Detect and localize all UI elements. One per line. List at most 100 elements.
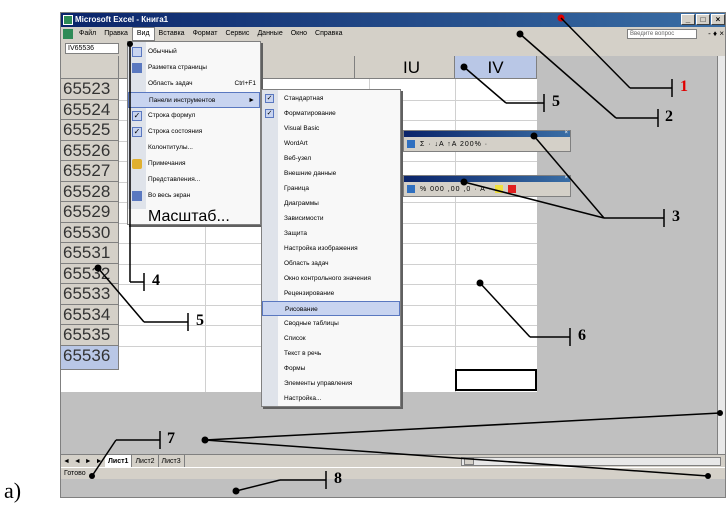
toolbars-submenu: ✓ Стандартная ✓ Форматирование Visual Basi… bbox=[261, 89, 401, 407]
menu-file[interactable]: Файл bbox=[75, 27, 100, 41]
toolbar-drawing-item[interactable]: Рисование bbox=[262, 301, 400, 317]
toolbar-auditing-item[interactable]: Зависимости bbox=[262, 211, 400, 226]
menu-item-label: Элементы управления bbox=[284, 380, 353, 387]
row-header[interactable]: 65526 bbox=[61, 140, 119, 161]
toolbar-watch-window-item[interactable]: Окно контрольного значения bbox=[262, 271, 400, 286]
row-header[interactable]: 65524 bbox=[61, 99, 119, 120]
toolbar-text-to-speech-item[interactable]: Текст в речь bbox=[262, 346, 400, 361]
toolbar-control-toolbox-item[interactable]: Элементы управления bbox=[262, 376, 400, 391]
menu-item-label: Стандартная bbox=[284, 95, 324, 102]
minimize-button[interactable]: _ bbox=[681, 14, 695, 25]
close-button[interactable]: × bbox=[711, 14, 725, 25]
view-zoom-item[interactable]: Масштаб... bbox=[127, 209, 261, 225]
menu-item-label: Настройка изображения bbox=[284, 245, 358, 252]
row-header[interactable]: 65525 bbox=[61, 120, 119, 141]
menu-item-label: Текст в речь bbox=[284, 350, 322, 357]
font-color-icon[interactable] bbox=[507, 185, 516, 194]
row-header[interactable]: 65534 bbox=[61, 304, 119, 325]
select-all-corner[interactable] bbox=[61, 56, 119, 79]
menu-item-shortcut: Ctrl+F1 bbox=[234, 80, 257, 87]
scroll-thumb[interactable] bbox=[464, 458, 474, 465]
fill-color-icon[interactable] bbox=[494, 185, 503, 194]
toolbar-chart-item[interactable]: Диаграммы bbox=[262, 196, 400, 211]
toolbar-titlebar[interactable] bbox=[404, 176, 570, 182]
menu-item-label: Форматирование bbox=[284, 110, 336, 117]
menu-item-label: Веб-узел bbox=[284, 155, 312, 162]
row-header[interactable]: 65532 bbox=[61, 263, 119, 284]
hyperlink-icon[interactable] bbox=[407, 140, 415, 149]
vertical-scrollbar[interactable] bbox=[717, 56, 725, 456]
toolbar-pivot-table-item[interactable]: Сводные таблицы bbox=[262, 316, 400, 331]
view-toolbars-item[interactable]: Панели инструментов ► bbox=[128, 92, 260, 108]
column-header-iu[interactable]: IU bbox=[369, 56, 455, 79]
window-title: Microsoft Excel - Книга1 bbox=[75, 15, 169, 24]
toolbar-task-pane-item[interactable]: Область задач bbox=[262, 256, 400, 271]
row-header[interactable]: 65523 bbox=[61, 79, 119, 100]
callout-number-2: 2 bbox=[665, 108, 673, 125]
formatting-toolbar-buttons[interactable]: % 000 ,00 ,0 · A · bbox=[407, 183, 518, 196]
row-header[interactable]: 65528 bbox=[61, 181, 119, 202]
menu-item-label: Рецензирование bbox=[284, 290, 335, 297]
toolbar-formatting-item[interactable]: ✓ Форматирование bbox=[262, 106, 400, 121]
row-header[interactable]: 65535 bbox=[61, 325, 119, 346]
toolbar-titlebar[interactable] bbox=[404, 131, 570, 137]
menu-data[interactable]: Данные bbox=[253, 27, 286, 41]
menu-tools[interactable]: Сервис bbox=[221, 27, 253, 41]
help-search-input[interactable]: Введите вопрос bbox=[627, 29, 697, 39]
view-normal-item[interactable]: Обычный bbox=[128, 44, 260, 60]
standard-toolbar[interactable]: × Σ · ↓A ↑A 200% · bbox=[403, 130, 571, 152]
formatting-toolbar-label[interactable]: % 000 ,00 ,0 · A · bbox=[420, 186, 492, 193]
toolbar-wordart-item[interactable]: WordArt bbox=[262, 136, 400, 151]
toolbar-reviewing-item[interactable]: Рецензирование bbox=[262, 286, 400, 301]
toolbar-picture-item[interactable]: Настройка изображения bbox=[262, 241, 400, 256]
currency-icon[interactable] bbox=[407, 185, 415, 194]
standard-toolbar-label[interactable]: Σ · ↓A ↑A 200% · bbox=[420, 141, 488, 148]
view-comments-item[interactable]: Примечания bbox=[128, 156, 260, 172]
toolbar-standard-item[interactable]: ✓ Стандартная bbox=[262, 91, 400, 106]
menu-item-label: Защита bbox=[284, 230, 308, 237]
view-status-bar-item[interactable]: ✓ Строка состояния bbox=[128, 124, 260, 140]
menu-view[interactable]: Вид bbox=[131, 27, 155, 41]
horizontal-scrollbar[interactable] bbox=[461, 457, 721, 466]
close-icon[interactable]: × bbox=[564, 175, 568, 181]
menu-format[interactable]: Формат bbox=[189, 27, 222, 41]
toolbar-borders-item[interactable]: Граница bbox=[262, 181, 400, 196]
callout-number-3: 3 bbox=[672, 208, 680, 225]
normal-view-icon bbox=[132, 47, 142, 57]
menu-insert[interactable]: Вставка bbox=[155, 27, 189, 41]
name-box[interactable]: IV65536 bbox=[65, 43, 119, 54]
row-header[interactable]: 65527 bbox=[61, 161, 119, 182]
toolbar-forms-item[interactable]: Формы bbox=[262, 361, 400, 376]
row-header[interactable]: 65530 bbox=[61, 222, 119, 243]
menu-edit[interactable]: Правка bbox=[100, 27, 132, 41]
toolbar-protection-item[interactable]: Защита bbox=[262, 226, 400, 241]
toolbar-external-data-item[interactable]: Внешние данные bbox=[262, 166, 400, 181]
row-header-selected[interactable]: 65536 bbox=[61, 345, 119, 370]
view-custom-views-item[interactable]: Представления... bbox=[128, 172, 260, 188]
column-header-iv[interactable]: IV bbox=[455, 56, 537, 79]
view-headers-footers-item[interactable]: Колонтитулы... bbox=[128, 140, 260, 156]
comment-icon bbox=[132, 159, 142, 169]
menu-window[interactable]: Окно bbox=[287, 27, 311, 41]
view-task-pane-item[interactable]: Область задач Ctrl+F1 bbox=[128, 76, 260, 92]
document-controls[interactable]: - ♦ × bbox=[708, 27, 724, 41]
standard-toolbar-buttons[interactable]: Σ · ↓A ↑A 200% · bbox=[407, 138, 488, 151]
callout-number-6: 6 bbox=[578, 327, 586, 344]
view-page-layout-item[interactable]: Разметка страницы bbox=[128, 60, 260, 76]
toolbar-list-item[interactable]: Список bbox=[262, 331, 400, 346]
close-icon[interactable]: × bbox=[564, 130, 568, 136]
sheet-tab-bar: ◄ ◄ ► ► Лист1 Лист2 Лист3 bbox=[61, 454, 725, 468]
toolbar-visual-basic-item[interactable]: Visual Basic bbox=[262, 121, 400, 136]
toolbar-web-item[interactable]: Веб-узел bbox=[262, 151, 400, 166]
active-cell-iv65536[interactable] bbox=[455, 369, 537, 391]
maximize-button[interactable]: □ bbox=[696, 14, 710, 25]
menu-help[interactable]: Справка bbox=[311, 27, 346, 41]
row-header[interactable]: 65533 bbox=[61, 284, 119, 305]
row-header[interactable]: 65529 bbox=[61, 202, 119, 223]
formatting-toolbar[interactable]: × % 000 ,00 ,0 · A · bbox=[403, 175, 571, 197]
document-icon[interactable] bbox=[63, 29, 73, 39]
view-formula-bar-item[interactable]: ✓ Строка формул bbox=[128, 108, 260, 124]
toolbar-customize-item[interactable]: Настройка... bbox=[262, 391, 400, 406]
row-header[interactable]: 65531 bbox=[61, 243, 119, 264]
menu-item-label: Колонтитулы... bbox=[148, 144, 193, 151]
